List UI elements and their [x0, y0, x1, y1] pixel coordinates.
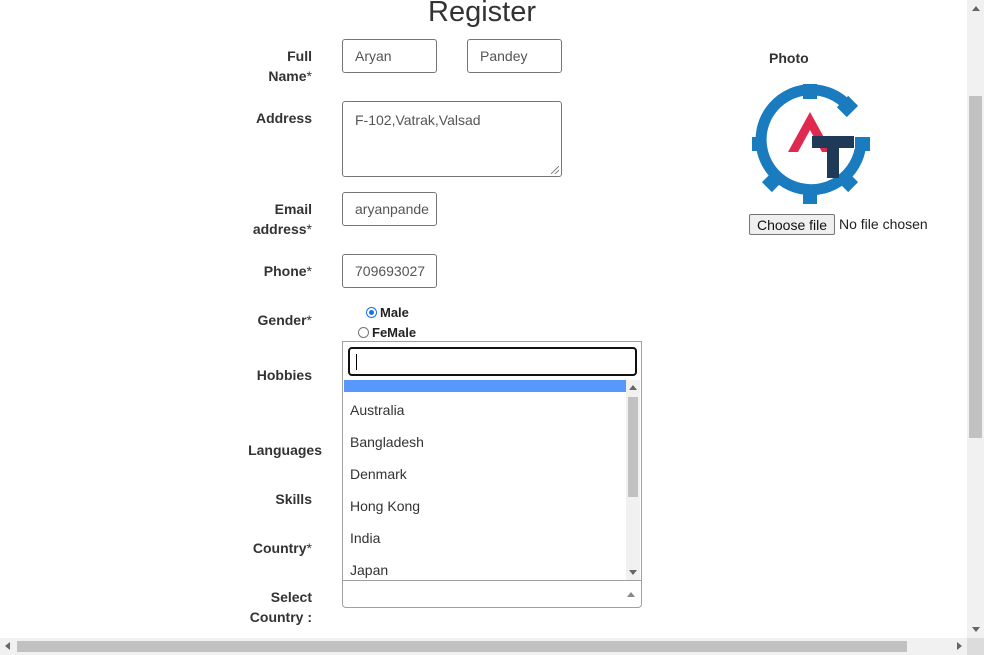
select-country-label-line2: Country :	[249, 609, 312, 625]
address-label: Address	[255, 110, 312, 126]
country-option[interactable]: Denmark	[344, 458, 626, 490]
address-textarea[interactable]: F-102,Vatrak,Valsad	[342, 101, 562, 177]
country-option[interactable]: Hong Kong	[344, 490, 626, 522]
first-name-input[interactable]: Aryan	[342, 39, 437, 73]
country-label: Country*	[192, 538, 312, 558]
text-caret	[356, 354, 357, 370]
scroll-up-arrow-icon[interactable]	[629, 385, 637, 390]
select-country-label-line1: Select	[270, 589, 312, 605]
scroll-down-arrow-icon[interactable]	[972, 627, 980, 632]
scroll-left-arrow-icon[interactable]	[5, 642, 10, 650]
vertical-scroll-thumb[interactable]	[969, 96, 982, 438]
scroll-down-arrow-icon[interactable]	[629, 570, 637, 575]
address-value: F-102,Vatrak,Valsad	[355, 112, 481, 128]
gender-label: Gender*	[192, 310, 312, 330]
select-country-box[interactable]	[342, 580, 642, 608]
required-mark: *	[306, 68, 312, 84]
phone-label-text: Phone	[263, 263, 307, 279]
full-name-label: Full Name*	[192, 46, 312, 86]
required-mark: *	[306, 221, 312, 237]
radio-female[interactable]	[358, 327, 369, 338]
dropdown-scrollbar[interactable]	[626, 380, 640, 580]
country-label-text: Country	[252, 540, 307, 556]
country-option[interactable]: Australia	[344, 394, 626, 426]
email-label: Email address*	[192, 199, 312, 239]
scroll-up-arrow-icon[interactable]	[972, 6, 980, 11]
skills-label: Skills	[275, 491, 312, 507]
email-input[interactable]: aryanpande	[342, 192, 437, 226]
country-option[interactable]	[344, 380, 626, 392]
last-name-input[interactable]: Pandey	[467, 39, 562, 73]
country-search-input[interactable]	[348, 347, 637, 376]
chevron-up-icon	[627, 592, 635, 597]
full-name-label-line1: Full	[287, 48, 312, 64]
languages-label: Languages	[248, 442, 322, 458]
email-label-line1: Email	[274, 201, 312, 217]
country-options-list[interactable]: Australia Bangladesh Denmark Hong Kong I…	[344, 380, 626, 580]
country-option[interactable]: Bangladesh	[344, 426, 626, 458]
page-vertical-scrollbar[interactable]	[967, 0, 984, 638]
dropdown-scroll-thumb[interactable]	[628, 397, 638, 497]
page-horizontal-scrollbar[interactable]	[0, 638, 967, 655]
gender-option-label: Male	[380, 305, 409, 320]
scrollbar-corner	[967, 638, 984, 655]
gender-option-female[interactable]: FeMale	[358, 325, 416, 340]
radio-male[interactable]	[366, 307, 377, 318]
gender-label-text: Gender	[257, 312, 307, 328]
choose-file-button[interactable]: Choose file	[749, 214, 835, 235]
email-label-line2: address	[252, 221, 307, 237]
country-option[interactable]: India	[344, 522, 626, 554]
photo-label: Photo	[769, 50, 809, 66]
hobbies-label: Hobbies	[256, 367, 312, 383]
horizontal-scroll-thumb[interactable]	[17, 641, 907, 652]
select-country-label: Select Country :	[192, 587, 312, 627]
phone-label: Phone*	[192, 261, 312, 281]
page-title: Register	[428, 0, 536, 28]
country-option[interactable]: Japan	[344, 554, 626, 580]
full-name-label-line2: Name	[268, 68, 307, 84]
required-mark: *	[306, 312, 312, 328]
logo-svg	[749, 83, 871, 205]
gender-option-male[interactable]: Male	[366, 305, 409, 320]
gender-option-label: FeMale	[372, 325, 417, 340]
file-status: No file chosen	[839, 216, 928, 232]
logo-icon	[749, 83, 871, 205]
required-mark: *	[306, 540, 312, 556]
resize-handle-icon[interactable]	[551, 166, 559, 174]
scroll-right-arrow-icon[interactable]	[957, 642, 962, 650]
required-mark: *	[306, 263, 312, 279]
phone-input[interactable]: 709693027	[342, 254, 437, 288]
country-dropdown[interactable]: Australia Bangladesh Denmark Hong Kong I…	[342, 341, 642, 581]
